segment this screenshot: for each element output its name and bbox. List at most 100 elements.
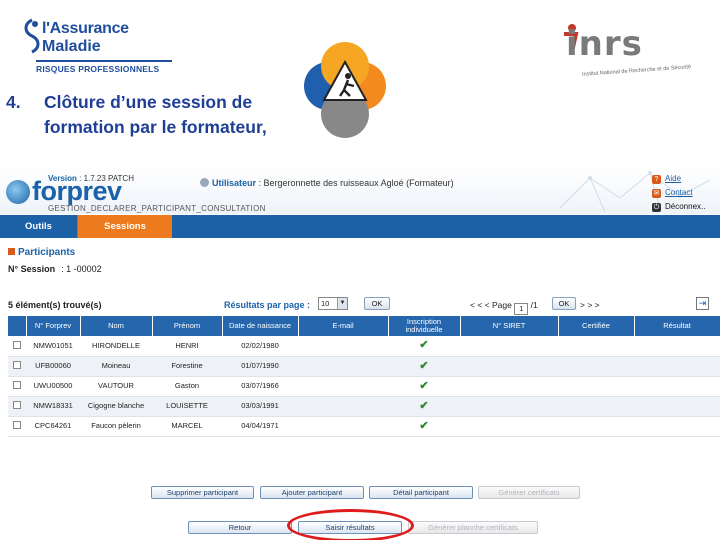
per-page-ok-button[interactable]: OK — [364, 297, 390, 310]
col-resultat[interactable]: Résultat — [634, 316, 720, 336]
detail-participant-button[interactable]: Détail participant — [369, 486, 473, 499]
col-prenom[interactable]: Prénom — [152, 316, 223, 336]
cell-inscription: ✔ — [388, 416, 460, 437]
row-checkbox-cell[interactable] — [8, 356, 26, 377]
row-checkbox[interactable] — [13, 421, 21, 429]
version-info: Version : 1.7.23 PATCH — [48, 174, 134, 183]
help-link[interactable]: Aide — [665, 172, 681, 186]
inrs-logo: inrs Institut National de Recherche et d… — [550, 18, 710, 80]
col-select — [8, 316, 27, 336]
row-checkbox[interactable] — [13, 361, 21, 369]
pager-total: /1 — [530, 300, 538, 310]
generate-certificates-button[interactable]: Générer certificats — [478, 486, 580, 499]
table-row[interactable]: NMW18331 Cigogne blanche LOUISETTE 03/03… — [8, 396, 720, 417]
logout-icon: ⏻ — [652, 202, 661, 212]
row-checkbox[interactable] — [13, 401, 21, 409]
cell-email — [298, 356, 388, 377]
session-number: N° Session: 1 -00002 — [8, 264, 102, 274]
logout-link-row[interactable]: ⏻ Déconnex.. — [652, 200, 705, 214]
logout-link[interactable]: Déconnex.. — [665, 200, 705, 214]
generate-certificate-sheet-button[interactable]: Générer planche certificats — [408, 521, 538, 534]
cell-email — [298, 336, 388, 357]
slide-title: 4. Clôture d’une session de formation par… — [6, 90, 267, 140]
help-link-row[interactable]: ? Aide — [652, 172, 705, 186]
table-row[interactable]: CPC64261 Faucon pèlerin MARCEL 04/04/197… — [8, 416, 720, 437]
assurance-maladie-swirl-icon — [24, 18, 40, 54]
table-row[interactable]: NMW01051 HIRONDELLE HENRI 02/02/1980 ✔ — [8, 336, 720, 357]
row-checkbox[interactable] — [13, 340, 21, 349]
col-certifiee[interactable]: Certifiée — [558, 316, 635, 336]
add-participant-button[interactable]: Ajouter participant — [260, 486, 364, 499]
cell-naissance: 02/02/1980 — [222, 336, 298, 357]
col-inscription[interactable]: Inscription individuelle — [388, 316, 461, 336]
checkmark-icon: ✔ — [419, 359, 429, 372]
cell-forprev: UFB00060 — [26, 356, 80, 377]
contact-link[interactable]: Contact — [665, 186, 693, 200]
inrs-tagline: Institut National de Recherche et de Séc… — [581, 64, 692, 78]
cell-inscription: ✔ — [388, 336, 460, 357]
table-header-row: N° Forprev Nom Prénom Date de naissance … — [8, 316, 720, 336]
col-forprev[interactable]: N° Forprev — [26, 316, 81, 336]
cell-prenom: MARCEL — [152, 416, 222, 437]
row-checkbox-cell[interactable] — [8, 396, 26, 417]
pager-ok-button[interactable]: OK — [552, 297, 576, 310]
cell-email — [298, 416, 388, 437]
cell-prenom: LOUISETTE — [152, 396, 222, 417]
inrs-wordmark: inrs — [566, 24, 643, 64]
user-value: : Bergeronnette des ruisseaux Agloé (For… — [258, 178, 454, 188]
cell-inscription: ✔ — [388, 376, 460, 397]
pager-next[interactable]: > > > — [580, 300, 600, 310]
row-checkbox[interactable] — [13, 381, 21, 389]
contact-link-row[interactable]: ✉ Contact — [652, 186, 705, 200]
tab-sessions[interactable]: Sessions — [78, 215, 172, 238]
version-value: : 1.7.23 PATCH — [79, 174, 134, 183]
header-links: ? Aide ✉ Contact ⏻ Déconnex.. — [652, 172, 705, 214]
table-row[interactable]: UFB00060 Moineau Forestine 01/07/1990 ✔ — [8, 356, 720, 377]
main-tabbar: Outils Sessions — [0, 215, 720, 238]
app-header: forprev Version : 1.7.23 PATCH GESTION_D… — [0, 168, 720, 214]
cell-certifiee — [558, 356, 634, 377]
cell-nom: Moineau — [80, 356, 152, 377]
tab-outils[interactable]: Outils — [0, 215, 78, 238]
page-input[interactable]: 1 — [514, 303, 529, 315]
cell-inscription: ✔ — [388, 356, 460, 377]
checkmark-icon: ✔ — [419, 419, 429, 432]
row-checkbox-cell[interactable] — [8, 336, 26, 357]
logo-line-3: RISQUES PROFESSIONNELS — [36, 64, 160, 74]
cell-prenom: HENRI — [152, 336, 222, 357]
cell-resultat — [634, 416, 720, 437]
cell-prenom: Gaston — [152, 376, 222, 397]
cell-resultat — [634, 356, 720, 377]
globe-icon — [6, 180, 30, 204]
row-checkbox-cell[interactable] — [8, 416, 26, 437]
col-siret[interactable]: N° SIRET — [460, 316, 559, 336]
assurance-maladie-logo: l'Assurance Maladie RISQUES PROFESSIONNE… — [22, 14, 172, 80]
back-button[interactable]: Retour — [188, 521, 292, 534]
pager-prev[interactable]: < < < Page — [470, 300, 512, 310]
version-label: Version — [48, 174, 77, 183]
red-highlight-ellipse — [287, 509, 414, 540]
session-value: : 1 -00002 — [61, 264, 102, 274]
cell-forprev: NMW01051 — [26, 336, 80, 357]
col-nom[interactable]: Nom — [80, 316, 153, 336]
row-checkbox-cell[interactable] — [8, 376, 26, 397]
cell-siret — [460, 396, 558, 417]
cell-forprev: CPC64261 — [26, 416, 80, 437]
cell-siret — [460, 356, 558, 377]
cell-naissance: 04/04/1971 — [222, 416, 298, 437]
export-icon[interactable]: ⇥ — [696, 297, 709, 310]
cell-inscription: ✔ — [388, 396, 460, 417]
delete-participant-button[interactable]: Supprimer participant — [151, 486, 254, 499]
user-label: Utilisateur — [212, 178, 257, 188]
checkmark-icon: ✔ — [419, 399, 429, 412]
cell-siret — [460, 336, 558, 357]
cell-nom: Faucon pèlerin — [80, 416, 152, 437]
table-row[interactable]: UWU00500 VAUTOUR Gaston 03/07/1966 ✔ — [8, 376, 720, 397]
per-page-select[interactable]: 10 ▼ — [318, 297, 348, 310]
per-page-label: Résultats par page : — [224, 300, 311, 310]
logo-divider — [36, 60, 172, 62]
col-email[interactable]: E-mail — [298, 316, 389, 336]
col-naissance[interactable]: Date de naissance — [222, 316, 299, 336]
forprev-app: forprev Version : 1.7.23 PATCH GESTION_D… — [0, 168, 720, 540]
chevron-down-icon: ▼ — [337, 298, 347, 309]
